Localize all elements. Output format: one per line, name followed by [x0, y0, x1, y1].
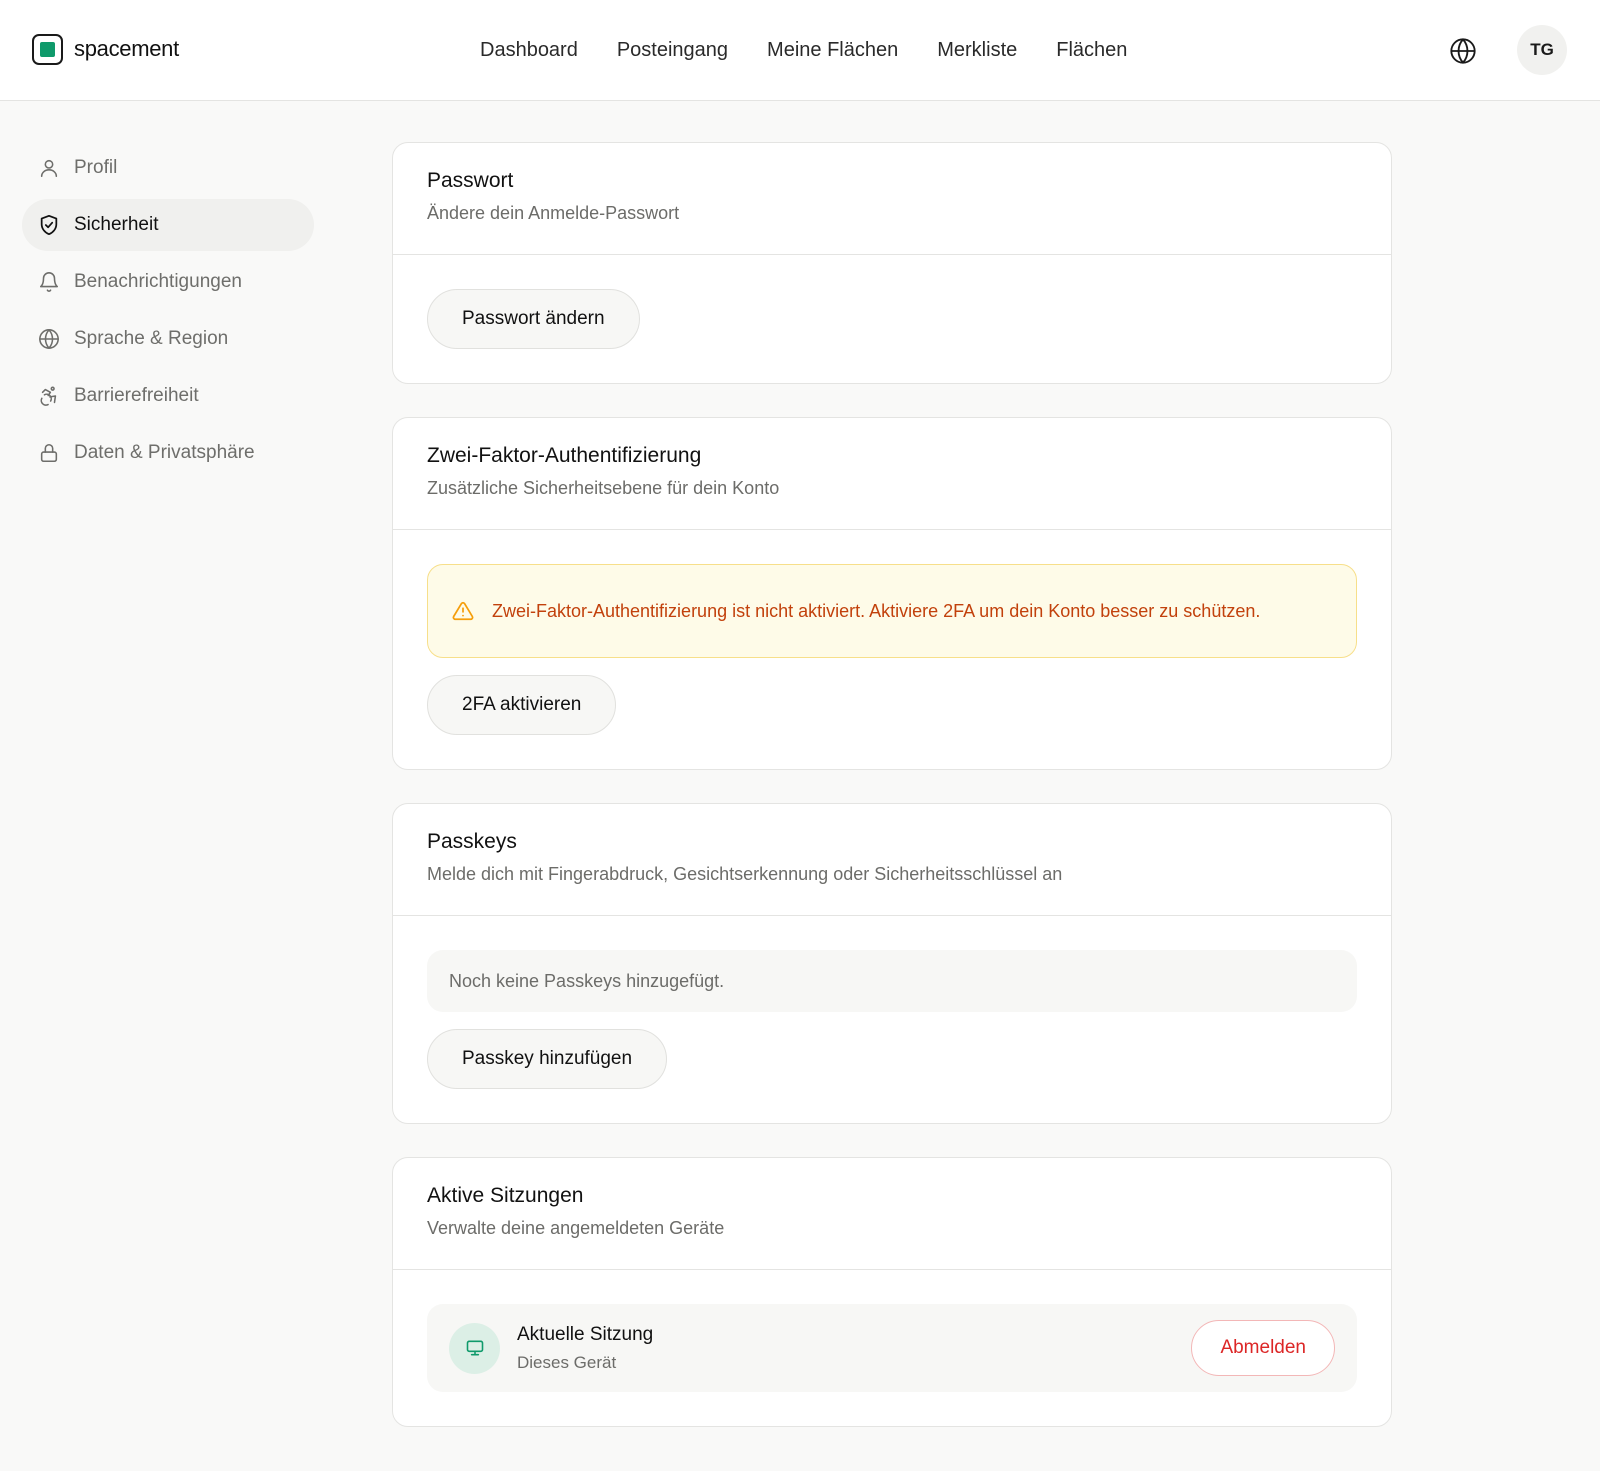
- card-subtitle: Melde dich mit Fingerabdruck, Gesichtser…: [427, 864, 1063, 884]
- sessions-card: Aktive Sitzungen Verwalte deine angemeld…: [392, 1157, 1392, 1427]
- logo-icon: [32, 33, 63, 65]
- add-passkey-button[interactable]: Passkey hinzufügen: [427, 1029, 668, 1089]
- bell-icon: [39, 272, 59, 292]
- settings-sidebar: Profil Sicherheit Benachrichtigungen Spr…: [22, 142, 314, 484]
- shield-icon: [40, 214, 58, 236]
- card-header: Aktive Sitzungen Verwalte deine angemeld…: [393, 1158, 1391, 1270]
- sidebar-item-label: Sprache & Region: [74, 328, 229, 349]
- card-subtitle: Verwalte deine angemeldeten Geräte: [427, 1218, 725, 1238]
- sidebar-item-barrierefreiheit[interactable]: Barrierefreiheit: [22, 370, 314, 422]
- card-header: Zwei-Faktor-Authentifizierung Zusätzlich…: [393, 418, 1391, 530]
- card-title: Passkeys: [427, 830, 517, 853]
- card-subtitle: Zusätzliche Sicherheitsebene für dein Ko…: [427, 478, 780, 498]
- card-title: Zwei-Faktor-Authentifizierung: [427, 444, 702, 467]
- card-body: Passwort ändern: [393, 255, 1391, 383]
- nav-dashboard[interactable]: Dashboard: [480, 39, 578, 62]
- nav-merkliste[interactable]: Merkliste: [937, 39, 1017, 62]
- accessibility-icon: [40, 386, 57, 406]
- monitor-icon: [466, 1340, 483, 1356]
- sidebar-item-sicherheit[interactable]: Sicherheit: [22, 199, 314, 251]
- nav-flaechen[interactable]: Flächen: [1056, 39, 1127, 62]
- card-body: Noch keine Passkeys hinzugefügt. Passkey…: [393, 916, 1391, 1123]
- session-title: Aktuelle Sitzung: [517, 1323, 654, 1345]
- card-title: Passwort: [427, 169, 514, 192]
- sidebar-item-label: Daten & Privatsphäre: [74, 442, 255, 463]
- top-header: spacement Dashboard Posteingang Meine Fl…: [0, 0, 1600, 101]
- sidebar-item-daten-privatsphaere[interactable]: Daten & Privatsphäre: [22, 427, 314, 479]
- card-body: Zwei-Faktor-Authentifizierung ist nicht …: [393, 530, 1391, 769]
- passkeys-card: Passkeys Melde dich mit Fingerabdruck, G…: [392, 803, 1392, 1124]
- lock-icon: [40, 443, 58, 463]
- globe-icon: [1449, 37, 1476, 64]
- card-title: Aktive Sitzungen: [427, 1184, 584, 1207]
- passkeys-empty-state: Noch keine Passkeys hinzugefügt.: [427, 950, 1357, 1012]
- sidebar-item-label: Profil: [74, 157, 118, 178]
- sidebar-item-label: Benachrichtigungen: [74, 271, 242, 292]
- session-info: Aktuelle Sitzung Dieses Gerät: [517, 1324, 653, 1373]
- card-body: Aktuelle Sitzung Dieses Gerät Abmelden: [393, 1270, 1391, 1426]
- session-device: Dieses Gerät: [517, 1352, 617, 1372]
- logout-session-button[interactable]: Abmelden: [1191, 1320, 1335, 1376]
- avatar[interactable]: TG: [1517, 25, 1567, 75]
- sidebar-item-benachrichtigungen[interactable]: Benachrichtigungen: [22, 256, 314, 308]
- nav-posteingang[interactable]: Posteingang: [617, 39, 728, 62]
- brand-logo[interactable]: spacement: [32, 33, 179, 65]
- enable-2fa-button[interactable]: 2FA aktivieren: [427, 675, 617, 735]
- card-header: Passwort Ändere dein Anmelde-Passwort: [393, 143, 1391, 255]
- sidebar-item-label: Barrierefreiheit: [74, 385, 199, 406]
- main-nav: Dashboard Posteingang Meine Flächen Merk…: [480, 34, 1127, 66]
- password-card: Passwort Ändere dein Anmelde-Passwort Pa…: [392, 142, 1392, 384]
- globe-icon: [39, 329, 59, 349]
- session-row: Aktuelle Sitzung Dieses Gerät Abmelden: [427, 1304, 1357, 1392]
- twofa-card: Zwei-Faktor-Authentifizierung Zusätzlich…: [392, 417, 1392, 770]
- card-header: Passkeys Melde dich mit Fingerabdruck, G…: [393, 804, 1391, 916]
- warning-text: Zwei-Faktor-Authentifizierung ist nicht …: [492, 600, 1261, 621]
- user-icon: [40, 159, 58, 178]
- twofa-warning-alert: Zwei-Faktor-Authentifizierung ist nicht …: [427, 564, 1357, 658]
- nav-meine-flaechen[interactable]: Meine Flächen: [767, 39, 898, 62]
- sidebar-item-label: Sicherheit: [74, 214, 159, 235]
- device-icon-wrap: [449, 1322, 500, 1374]
- change-password-button[interactable]: Passwort ändern: [427, 289, 640, 349]
- language-button[interactable]: [1445, 33, 1480, 68]
- brand-name: spacement: [74, 36, 179, 61]
- warning-icon: [452, 601, 474, 621]
- card-subtitle: Ändere dein Anmelde-Passwort: [427, 203, 680, 223]
- sidebar-item-sprache-region[interactable]: Sprache & Region: [22, 313, 314, 365]
- sidebar-item-profil[interactable]: Profil: [22, 142, 314, 194]
